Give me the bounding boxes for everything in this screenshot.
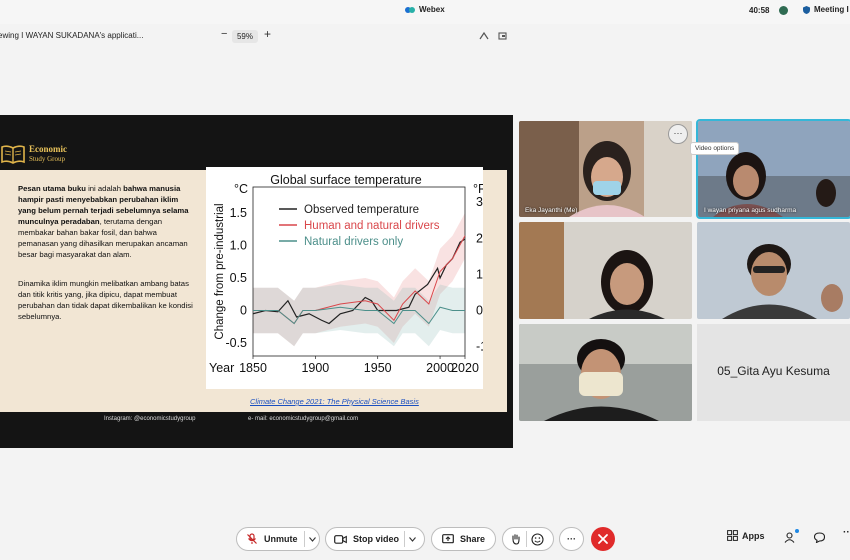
more-options-button[interactable]: ···: [559, 527, 584, 551]
logo-text: Economic Study Group: [29, 144, 67, 164]
chevron-down-icon[interactable]: [409, 536, 416, 542]
chart-title: Global surface temperature: [270, 173, 422, 187]
share-button[interactable]: Share: [431, 527, 496, 551]
share-label: Share: [460, 534, 486, 544]
y-tick-label-right: -1.0: [476, 340, 483, 354]
para1-text1: ini adalah: [85, 184, 124, 193]
participant-name: I wayan priyana agus sudharma: [704, 207, 797, 214]
participant-tile[interactable]: [697, 222, 850, 319]
unmute-label: Unmute: [264, 534, 298, 544]
participant-video: [697, 222, 850, 319]
shield-icon: [803, 5, 810, 14]
participant-video: [519, 222, 692, 319]
chat-icon[interactable]: [814, 532, 825, 543]
y-tick-label-right: 0: [476, 304, 483, 318]
emoji-icon[interactable]: [531, 532, 544, 546]
y-tick-label-left: 0.5: [230, 271, 247, 285]
zoom-out-button[interactable]: −: [221, 28, 227, 40]
leave-meeting-button[interactable]: [591, 527, 615, 551]
x-tick-label: 1900: [301, 361, 329, 375]
slide-paragraph-main: Pesan utama buku ini adalah bahwa manusi…: [18, 183, 198, 260]
raise-hand-icon: [512, 534, 520, 545]
x-tick-label: 1850: [239, 361, 267, 375]
y-tick-label-left: 0: [240, 304, 247, 318]
slide-logo: Economic Study Group: [0, 141, 67, 167]
more-panels-button[interactable]: ···: [843, 527, 850, 538]
video-options-tooltip: Video options: [690, 142, 740, 155]
slide-paragraph-dynamics: Dinamika iklim mungkin melibatkan ambang…: [18, 279, 193, 321]
stop-video-label: Stop video: [353, 534, 400, 544]
participant-video: [698, 121, 850, 217]
legend-label-2: Natural drivers only: [304, 236, 403, 248]
instagram-text: Instagram: @economicstudygroup: [104, 416, 196, 422]
apps-button[interactable]: Apps: [727, 530, 765, 541]
zoom-level-select[interactable]: 59%: [232, 30, 258, 43]
notification-dot: [795, 529, 799, 533]
webex-icon: [405, 6, 415, 13]
meeting-info-label: Meeting I: [814, 5, 849, 14]
microphone-muted-icon: [247, 533, 257, 544]
video-options-button[interactable]: ···: [668, 124, 688, 144]
zoom-in-button[interactable]: +: [264, 27, 271, 41]
participant-video: [519, 324, 692, 421]
x-axis-label: Year: [209, 361, 234, 375]
app-title: Webex: [405, 5, 445, 14]
participant-tile[interactable]: [519, 324, 692, 421]
meeting-timer: 40:58: [749, 6, 770, 15]
unmute-button[interactable]: Unmute: [236, 527, 320, 551]
participant-name: 05_Gita Ayu Kesuma: [717, 364, 830, 378]
y-axis-label: Change from pre-industrial: [214, 203, 226, 339]
pop-out-icon[interactable]: [498, 31, 508, 41]
participant-video: [519, 121, 692, 217]
temperature-chart: 1850 1900 1950 20002020 Year 1.5 1.0 0.5 0 -0.5 3.…: [209, 173, 498, 375]
participant-tile[interactable]: Eka Jayanthi (Me): [519, 121, 692, 217]
x-tick-label: 2000: [426, 361, 454, 375]
participant-tile-no-video[interactable]: 05_Gita Ayu Kesuma: [697, 324, 850, 421]
y-tick-label-right: 1.0: [476, 267, 483, 281]
chart-container: 1850 1900 1950 20002020 Year 1.5 1.0 0.5 0 -0.5 3.…: [206, 167, 498, 389]
legend-label-1: Human and natural drivers: [304, 220, 440, 232]
y-unit-left: °C: [234, 182, 248, 196]
participant-name: Eka Jayanthi (Me): [525, 207, 578, 214]
logo-line2: Study Group: [29, 155, 65, 163]
divider: [526, 531, 527, 547]
citation-link[interactable]: Climate Change 2021: The Physical Scienc…: [250, 397, 419, 406]
meeting-info-button[interactable]: Meeting I: [803, 5, 849, 14]
y-tick-label-right: 2.0: [476, 231, 483, 245]
y-tick-label-left: 1.0: [230, 239, 247, 253]
participant-tile-active[interactable]: I wayan priyana agus sudharma: [696, 119, 850, 219]
reactions-button[interactable]: [502, 527, 554, 551]
y-tick-label-left: -0.5: [225, 336, 247, 350]
title-bar: Webex 40:58 Meeting I: [0, 0, 850, 24]
x-tick-label: 1950: [364, 361, 392, 375]
annotate-icon[interactable]: [479, 31, 489, 41]
stop-video-button[interactable]: Stop video: [325, 527, 425, 551]
email-text: e- mail: economicstudygroup@gmail.com: [248, 416, 359, 422]
app-title-text: Webex: [419, 5, 445, 14]
divider: [404, 531, 406, 547]
x-tick-label: 2020: [451, 361, 479, 375]
chevron-down-icon[interactable]: [308, 536, 316, 542]
legend-label-0: Observed temperature: [304, 204, 419, 216]
share-header: ewing I WAYAN SUKADANA's applicati... − …: [0, 24, 515, 48]
recording-icon[interactable]: [779, 6, 788, 15]
book-icon: [1, 145, 25, 164]
para1-bold1: Pesan utama buku: [18, 184, 86, 193]
apps-label: Apps: [742, 530, 765, 541]
divider: [303, 531, 305, 547]
y-tick-label-right: 3.0: [476, 195, 483, 209]
participant-tile[interactable]: [519, 222, 692, 319]
share-title: ewing I WAYAN SUKADANA's applicati...: [0, 31, 144, 40]
close-icon: [598, 534, 608, 544]
y-unit-right: °F: [473, 182, 483, 196]
y-tick-label-left: 1.5: [230, 206, 247, 220]
video-camera-icon: [334, 534, 347, 544]
apps-grid-icon: [727, 530, 738, 541]
logo-line1: Economic: [29, 144, 67, 154]
share-screen-icon: [442, 533, 454, 543]
participants-icon[interactable]: [784, 532, 795, 543]
